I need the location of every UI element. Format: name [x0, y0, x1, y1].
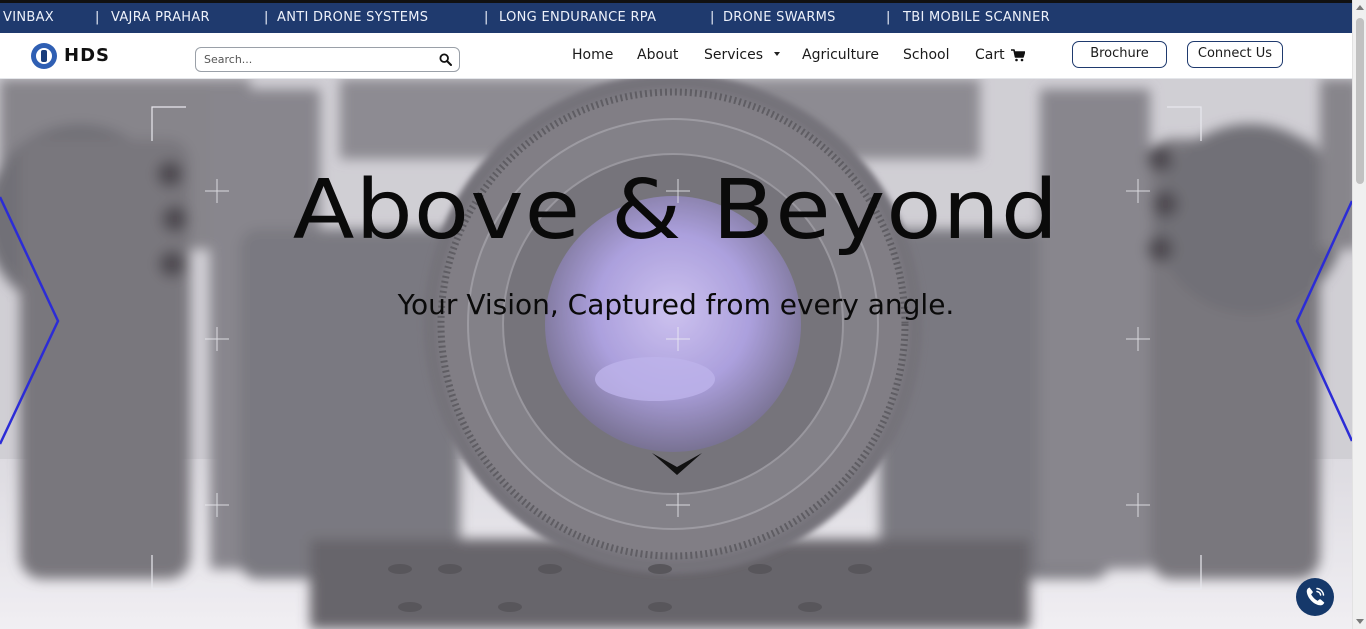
hds-logo-icon[interactable]	[31, 42, 57, 70]
cart-icon[interactable]	[1011, 49, 1025, 62]
hero-title: Above & Beyond	[292, 163, 1060, 258]
phone-icon	[1306, 587, 1325, 606]
ticker-item[interactable]: DRONE SWARMS	[723, 10, 836, 25]
chevron-down-icon[interactable]	[652, 453, 702, 477]
ticker-separator: |	[95, 10, 100, 25]
ticker-item[interactable]: LONG ENDURANCE RPA	[499, 10, 656, 25]
nav-school[interactable]: School	[903, 47, 949, 63]
nav-home[interactable]: Home	[572, 47, 613, 63]
ticker-separator: |	[886, 10, 891, 25]
ticker-separator: |	[484, 10, 489, 25]
search-icon[interactable]	[439, 53, 452, 66]
ticker-separator: |	[264, 10, 269, 25]
ticker-item[interactable]: ANTI DRONE SYSTEMS	[277, 10, 428, 25]
site-header: HDS Home About Services Agriculture Scho…	[0, 33, 1352, 79]
scroll-down-icon[interactable]	[1356, 619, 1364, 624]
scrollbar-thumb[interactable]	[1356, 18, 1364, 184]
connect-us-button[interactable]: Connect Us	[1187, 41, 1283, 68]
ticker-item[interactable]: VAJRA PRAHAR	[111, 10, 210, 25]
hero-background-image	[0, 79, 1352, 629]
nav-agriculture[interactable]: Agriculture	[802, 47, 879, 63]
hero-section: Above & Beyond Your Vision, Captured fro…	[0, 79, 1352, 629]
nav-about[interactable]: About	[637, 47, 678, 63]
nav-cart[interactable]: Cart	[975, 47, 1005, 63]
ticker-item[interactable]: VINBAX	[3, 10, 54, 25]
brochure-button[interactable]: Brochure	[1072, 41, 1167, 68]
news-ticker: VINBAX | VAJRA PRAHAR | ANTI DRONE SYSTE…	[0, 0, 1352, 33]
search-box	[195, 47, 460, 72]
ticker-separator: |	[710, 10, 715, 25]
caret-down-icon[interactable]	[774, 52, 780, 56]
nav-services[interactable]: Services	[704, 47, 763, 63]
hero-subtitle: Your Vision, Captured from every angle.	[397, 288, 955, 321]
page-scrollbar[interactable]	[1352, 0, 1366, 629]
ticker-item[interactable]: TBI MOBILE SCANNER	[903, 10, 1050, 25]
search-input[interactable]	[204, 51, 429, 68]
scroll-up-icon[interactable]	[1356, 5, 1364, 10]
logo-text[interactable]: HDS	[64, 45, 110, 66]
call-button[interactable]	[1296, 578, 1334, 616]
